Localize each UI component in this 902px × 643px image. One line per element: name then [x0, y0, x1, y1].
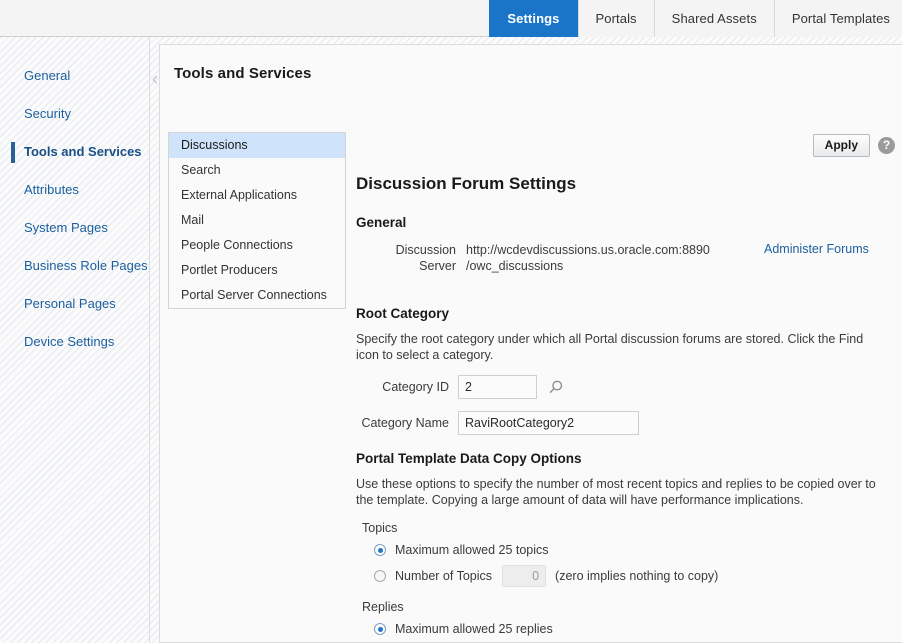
- service-item-search[interactable]: Search: [169, 158, 345, 183]
- sidebar-item-system-pages[interactable]: System Pages: [0, 209, 149, 247]
- section-copy-options-heading: Portal Template Data Copy Options: [356, 451, 582, 466]
- apply-button[interactable]: Apply: [812, 134, 870, 157]
- topics-max-row: Maximum allowed 25 topics: [356, 543, 902, 557]
- application-window: Settings Portals Shared Assets Portal Te…: [0, 0, 902, 643]
- replies-group-label: Replies: [362, 600, 404, 614]
- service-item-people-connections[interactable]: People Connections: [169, 233, 345, 258]
- discussion-server-value: http://wcdevdiscussions.us.oracle.com:88…: [466, 242, 756, 274]
- help-icon[interactable]: ?: [878, 137, 895, 154]
- section-copy-options: Portal Template Data Copy Options Use th…: [356, 451, 902, 642]
- tab-portals[interactable]: Portals: [577, 0, 654, 37]
- sidebar-item-personal-pages[interactable]: Personal Pages: [0, 285, 149, 323]
- tools-and-services-panel: Tools and Services Discussions Search Ex…: [159, 44, 902, 643]
- discussion-server-url-line2: /owc_discussions: [466, 259, 564, 273]
- sidebar-item-device-settings[interactable]: Device Settings: [0, 323, 149, 361]
- topics-max-radio[interactable]: [374, 544, 386, 556]
- discussion-server-label: Discussion Server: [356, 242, 466, 274]
- service-item-discussions[interactable]: Discussions: [169, 133, 345, 158]
- topics-number-row: Number of Topics (zero implies nothing t…: [356, 565, 902, 587]
- service-item-mail[interactable]: Mail: [169, 208, 345, 233]
- category-name-label: Category Name: [361, 416, 449, 430]
- settings-detail-area: Apply ? Discussion Forum Settings Genera…: [356, 45, 902, 642]
- top-bar: Settings Portals Shared Assets Portal Te…: [0, 0, 902, 37]
- discussion-server-row: Discussion Server http://wcdevdiscussion…: [356, 242, 902, 274]
- replies-max-radio[interactable]: [374, 623, 386, 635]
- section-root-category: Root Category Specify the root category …: [356, 306, 902, 435]
- topics-number-hint: (zero implies nothing to copy): [555, 569, 719, 583]
- administer-forums-link[interactable]: Administer Forums: [764, 242, 869, 274]
- topics-number-label[interactable]: Number of Topics: [395, 569, 492, 583]
- copy-options-description: Use these options to specify the number …: [356, 477, 876, 507]
- service-item-portlet-producers[interactable]: Portlet Producers: [169, 258, 345, 283]
- topics-number-input[interactable]: [502, 565, 547, 587]
- service-item-portal-server-connections[interactable]: Portal Server Connections: [169, 283, 345, 308]
- sidebar-item-tools-and-services[interactable]: Tools and Services: [0, 133, 149, 171]
- services-list: Discussions Search External Applications…: [168, 132, 346, 309]
- tab-settings[interactable]: Settings: [489, 0, 578, 37]
- tab-shared-assets[interactable]: Shared Assets: [653, 0, 774, 37]
- panel-title: Tools and Services: [174, 65, 312, 82]
- search-icon[interactable]: [547, 379, 564, 396]
- main-tab-strip: Settings Portals Shared Assets Portal Te…: [489, 0, 902, 37]
- panel-actions: Apply ?: [812, 134, 895, 157]
- sidebar-item-attributes[interactable]: Attributes: [0, 171, 149, 209]
- page-body: General Security Tools and Services Attr…: [0, 37, 902, 643]
- sidebar-item-business-role-pages[interactable]: Business Role Pages: [0, 247, 149, 285]
- discussion-server-label-line1: Discussion: [395, 243, 456, 257]
- sidebar-item-security[interactable]: Security: [0, 95, 149, 133]
- service-item-external-applications[interactable]: External Applications: [169, 183, 345, 208]
- tab-portal-templates[interactable]: Portal Templates: [773, 0, 902, 37]
- topics-group-label: Topics: [362, 521, 398, 535]
- section-root-category-heading: Root Category: [356, 306, 450, 321]
- section-general: General Discussion Server http://wcdevdi…: [356, 215, 902, 274]
- category-name-input[interactable]: [458, 411, 639, 435]
- replies-max-row: Maximum allowed 25 replies: [356, 622, 902, 636]
- settings-sidebar: General Security Tools and Services Attr…: [0, 37, 150, 643]
- section-general-heading: General: [356, 215, 407, 230]
- discussion-server-label-line2: Server: [419, 259, 456, 273]
- category-id-label: Category ID: [382, 380, 449, 394]
- category-id-row: Category ID: [356, 375, 902, 399]
- collapse-sidebar-icon[interactable]: ‹: [150, 70, 160, 92]
- root-category-description: Specify the root category under which al…: [356, 332, 864, 362]
- sidebar-item-general[interactable]: General: [0, 57, 149, 95]
- replies-max-label[interactable]: Maximum allowed 25 replies: [395, 622, 553, 636]
- topics-max-label[interactable]: Maximum allowed 25 topics: [395, 543, 549, 557]
- category-name-row: Category Name: [356, 411, 902, 435]
- topics-number-radio[interactable]: [374, 570, 386, 582]
- category-id-input[interactable]: [458, 375, 537, 399]
- discussion-server-url-line1: http://wcdevdiscussions.us.oracle.com:88…: [466, 243, 710, 257]
- page-title: Discussion Forum Settings: [356, 174, 577, 193]
